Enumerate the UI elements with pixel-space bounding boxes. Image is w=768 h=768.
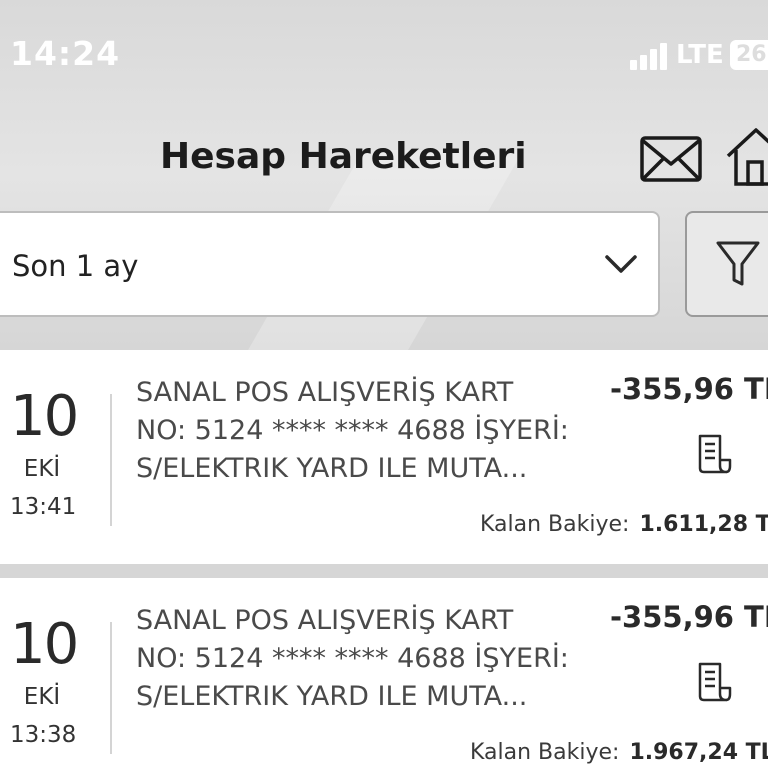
chevron-down-icon[interactable] xyxy=(604,252,638,276)
balance-label: Kalan Bakiye: xyxy=(480,512,630,537)
period-select[interactable]: Son 1 ay xyxy=(0,211,660,317)
receipt-icon[interactable] xyxy=(696,434,732,474)
signal-icon xyxy=(630,42,672,70)
envelope-icon[interactable] xyxy=(640,136,702,182)
description-line: S/ELEKTRIK YARD ILE MUTA... xyxy=(136,453,528,484)
balance-value: 1.611,28 TL xyxy=(639,512,768,537)
balance-label: Kalan Bakiye: xyxy=(470,740,620,765)
transaction-day: 10 xyxy=(10,384,79,449)
transaction-amount: -355,96 TL xyxy=(610,372,768,406)
description-line: SANAL POS ALIŞVERİŞ KART xyxy=(136,605,514,636)
screen: 14:24 LTE 26 Hesap Hareketleri Son 1 ay … xyxy=(0,0,768,768)
status-time: 14:24 xyxy=(10,34,121,73)
description-line: NO: 5124 **** **** 4688 İŞYERİ: xyxy=(136,643,569,674)
transaction-row[interactable]: 10 EKİ 13:41 SANAL POS ALIŞVERİŞ KART NO… xyxy=(0,350,768,565)
transaction-balance: Kalan Bakiye: 1.967,24 TL xyxy=(470,740,768,765)
transaction-divider xyxy=(110,394,112,526)
period-select-value: Son 1 ay xyxy=(12,249,139,283)
funnel-icon[interactable] xyxy=(716,240,760,288)
home-icon[interactable] xyxy=(726,126,768,186)
transaction-month: EKİ xyxy=(23,456,61,482)
description-line: SANAL POS ALIŞVERİŞ KART xyxy=(136,377,514,408)
receipt-icon[interactable] xyxy=(696,662,732,702)
transaction-divider xyxy=(110,622,112,754)
transaction-balance: Kalan Bakiye: 1.611,28 TL xyxy=(480,512,768,537)
network-label: LTE xyxy=(676,40,724,70)
transaction-day: 10 xyxy=(10,612,79,677)
transaction-amount: -355,96 TL xyxy=(610,600,768,634)
transaction-time: 13:41 xyxy=(10,494,77,520)
page-title: Hesap Hareketleri xyxy=(160,136,527,177)
battery-badge: 26 xyxy=(730,40,768,70)
transaction-month: EKİ xyxy=(23,684,61,710)
row-separator xyxy=(0,564,768,578)
transaction-description: SANAL POS ALIŞVERİŞ KART NO: 5124 **** *… xyxy=(136,602,596,716)
description-line: NO: 5124 **** **** 4688 İŞYERİ: xyxy=(136,415,569,446)
transaction-time: 13:38 xyxy=(10,722,77,748)
description-line: S/ELEKTRIK YARD ILE MUTA... xyxy=(136,681,528,712)
transaction-row[interactable]: 10 EKİ 13:38 SANAL POS ALIŞVERİŞ KART NO… xyxy=(0,578,768,768)
balance-value: 1.967,24 TL xyxy=(629,740,768,765)
transaction-description: SANAL POS ALIŞVERİŞ KART NO: 5124 **** *… xyxy=(136,374,596,488)
